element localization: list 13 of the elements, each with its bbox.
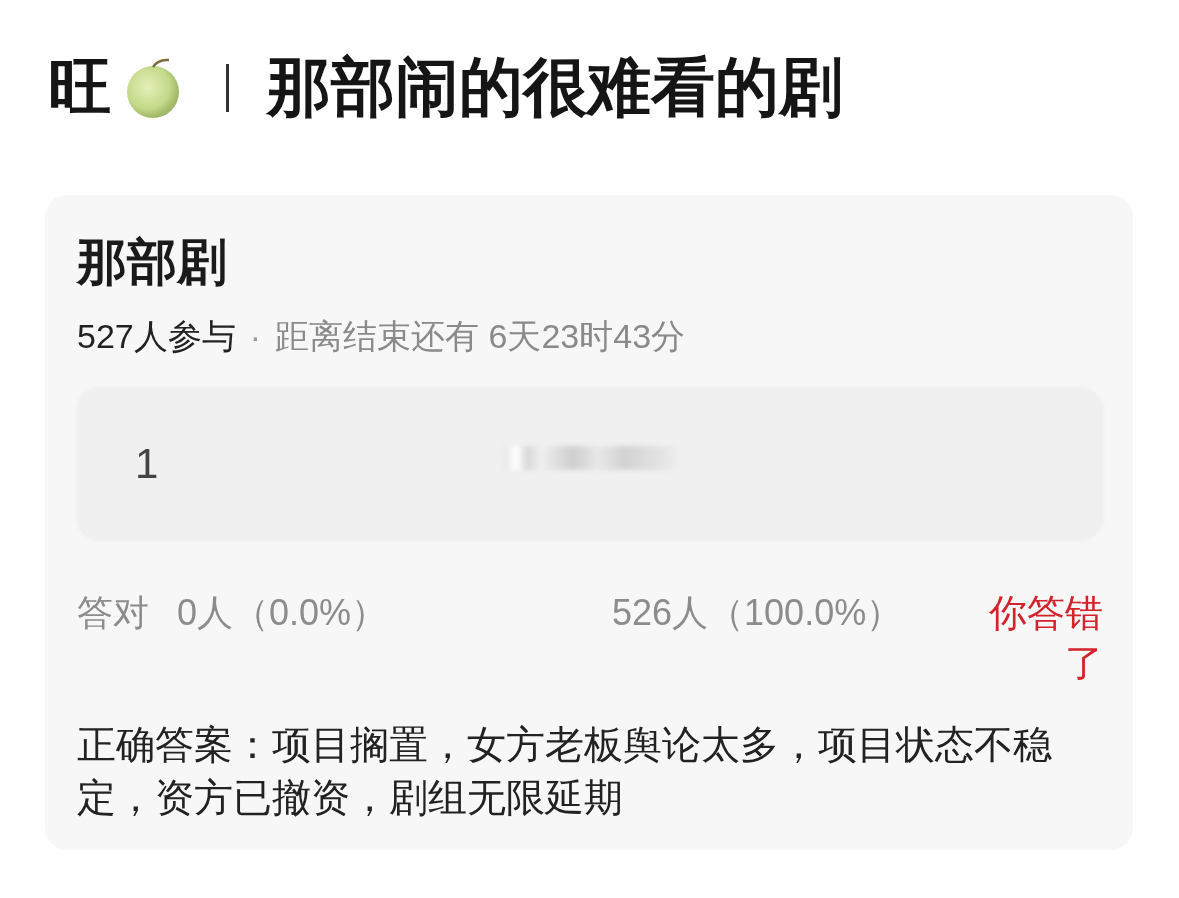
correct-answer-text: 正确答案：项目搁置，女方老板舆论太多，项目状态不稳定，资方已撤资，剧组无限延期 [77, 722, 1053, 821]
option-label: 1 [135, 439, 159, 489]
poll-option[interactable]: 1 [77, 388, 1103, 540]
countdown-text: 距离结束还有 6天23时43分 [275, 316, 686, 357]
wrong-count: 526人（100.0%） [612, 591, 903, 635]
participant-count: 527人参与 [77, 316, 236, 357]
poll-title: 那部剧 [77, 233, 228, 292]
correct-count: 0人（0.0%） [177, 591, 388, 635]
wrong-answer-verdict: 你答错了 [988, 591, 1103, 686]
correct-label: 答对 [77, 591, 149, 635]
header-title-prefix: 旺 [48, 50, 112, 125]
separator-dot: · [249, 316, 262, 357]
header-title: 那部闹的很难看的剧 [267, 50, 843, 125]
